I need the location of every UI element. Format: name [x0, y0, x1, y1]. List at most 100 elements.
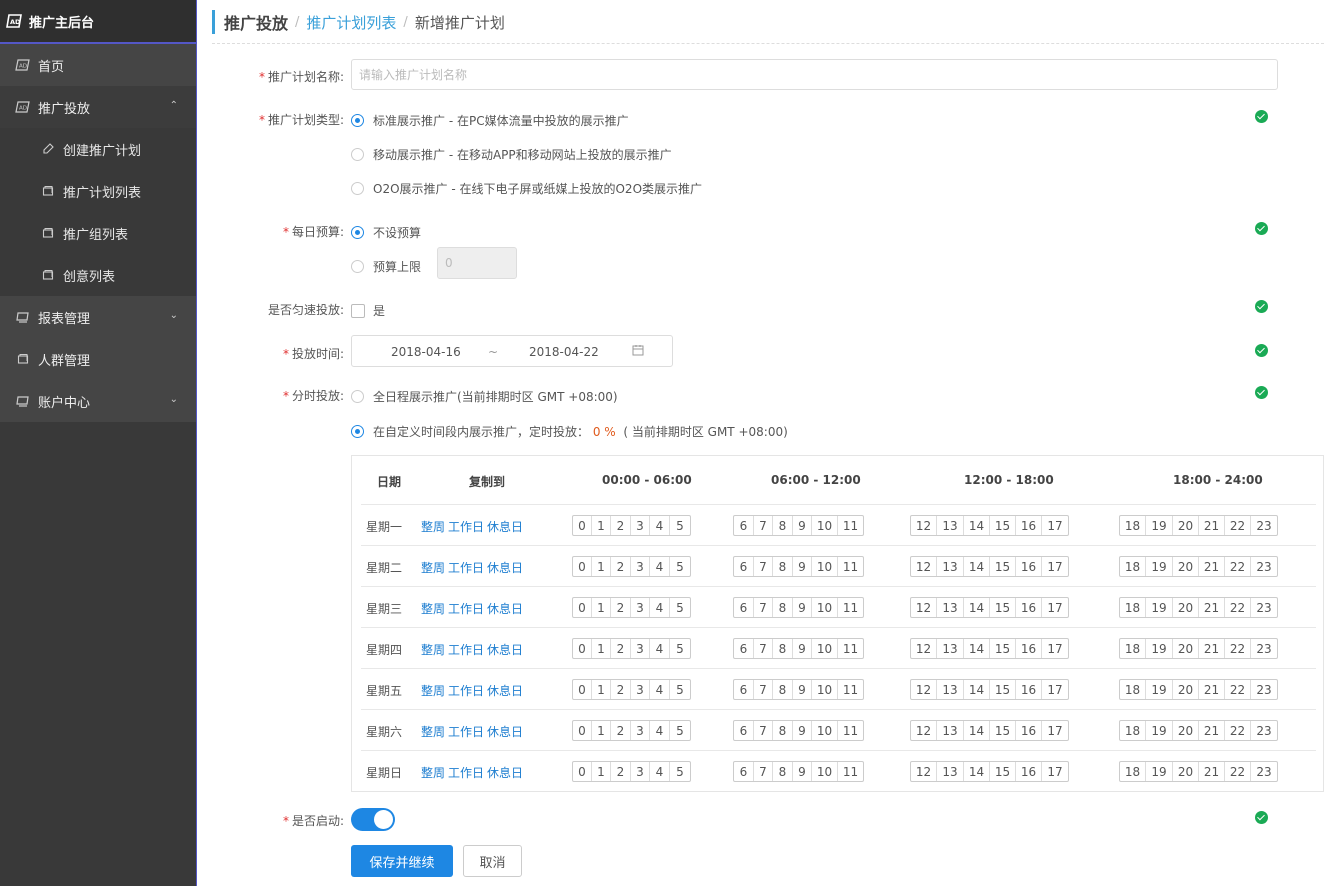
hour-cell[interactable]: 22: [1225, 598, 1251, 617]
copy-workday-link[interactable]: 工作日: [448, 764, 484, 781]
hour-cell[interactable]: 22: [1225, 680, 1251, 699]
plan-name-input[interactable]: 请输入推广计划名称: [351, 59, 1278, 90]
hour-cell[interactable]: 11: [838, 721, 863, 740]
copy-weekend-link[interactable]: 休息日: [487, 559, 523, 576]
hour-cell[interactable]: 13: [937, 680, 964, 699]
hour-cell[interactable]: 2: [611, 680, 631, 699]
uniform-delivery-checkbox[interactable]: 是: [351, 302, 385, 319]
hour-cell[interactable]: 8: [773, 516, 793, 535]
sidebar-item-create-plan[interactable]: 创建推广计划: [0, 128, 196, 170]
hour-cell[interactable]: 19: [1146, 762, 1173, 781]
hour-cell[interactable]: 18: [1120, 639, 1146, 658]
hour-cell[interactable]: 20: [1173, 721, 1199, 740]
hour-cell[interactable]: 1: [592, 557, 611, 576]
hour-cell[interactable]: 18: [1120, 598, 1146, 617]
hour-cell[interactable]: 21: [1199, 598, 1225, 617]
budget-radio-unlimited[interactable]: 不设预算: [351, 224, 421, 241]
copy-weekend-link[interactable]: 休息日: [487, 518, 523, 535]
hour-cell[interactable]: 12: [911, 762, 937, 781]
copy-workday-link[interactable]: 工作日: [448, 641, 484, 658]
hour-cell[interactable]: 2: [611, 516, 631, 535]
copy-week-link[interactable]: 整周: [421, 518, 445, 535]
hour-cell[interactable]: 23: [1251, 639, 1277, 658]
hour-cell[interactable]: 19: [1146, 680, 1173, 699]
hour-cell[interactable]: 20: [1173, 516, 1199, 535]
copy-week-link[interactable]: 整周: [421, 559, 445, 576]
hour-cell[interactable]: 4: [650, 680, 670, 699]
hour-cell[interactable]: 3: [631, 762, 650, 781]
hour-cell[interactable]: 11: [838, 680, 863, 699]
hour-cell[interactable]: 21: [1199, 680, 1225, 699]
hour-cell[interactable]: 13: [937, 516, 964, 535]
hour-cell[interactable]: 14: [964, 762, 990, 781]
hour-cell[interactable]: 23: [1251, 598, 1277, 617]
plan-type-radio-o2o[interactable]: O2O展示推广 - 在线下电子屏或纸媒上投放的O2O类展示推广: [351, 180, 702, 197]
hour-cell[interactable]: 1: [592, 598, 611, 617]
hour-cell[interactable]: 0: [573, 762, 592, 781]
hour-cell[interactable]: 11: [838, 557, 863, 576]
hour-cell[interactable]: 13: [937, 639, 964, 658]
hour-cell[interactable]: 8: [773, 598, 793, 617]
hour-cell[interactable]: 7: [754, 639, 773, 658]
plan-type-radio-mobile[interactable]: 移动展示推广 - 在移动APP和移动网站上投放的展示推广: [351, 146, 672, 163]
copy-week-link[interactable]: 整周: [421, 764, 445, 781]
hour-cell[interactable]: 11: [838, 598, 863, 617]
hour-cell[interactable]: 11: [838, 639, 863, 658]
hour-cell[interactable]: 0: [573, 598, 592, 617]
hour-cell[interactable]: 3: [631, 721, 650, 740]
hour-cell[interactable]: 3: [631, 516, 650, 535]
hour-cell[interactable]: 4: [650, 598, 670, 617]
copy-week-link[interactable]: 整周: [421, 723, 445, 740]
hour-cell[interactable]: 21: [1199, 721, 1225, 740]
hour-cell[interactable]: 10: [812, 516, 838, 535]
copy-weekend-link[interactable]: 休息日: [487, 723, 523, 740]
schedule-radio-all-day[interactable]: 全日程展示推广(当前排期时区 GMT +08:00): [351, 388, 618, 405]
hour-cell[interactable]: 10: [812, 639, 838, 658]
hour-cell[interactable]: 14: [964, 516, 990, 535]
hour-cell[interactable]: 6: [734, 762, 754, 781]
hour-cell[interactable]: 23: [1251, 557, 1277, 576]
hour-cell[interactable]: 6: [734, 680, 754, 699]
hour-cell[interactable]: 6: [734, 598, 754, 617]
hour-cell[interactable]: 23: [1251, 762, 1277, 781]
copy-workday-link[interactable]: 工作日: [448, 518, 484, 535]
hour-cell[interactable]: 22: [1225, 762, 1251, 781]
hour-cell[interactable]: 8: [773, 639, 793, 658]
hour-cell[interactable]: 3: [631, 680, 650, 699]
hour-cell[interactable]: 21: [1199, 516, 1225, 535]
hour-cell[interactable]: 10: [812, 721, 838, 740]
hour-cell[interactable]: 12: [911, 721, 937, 740]
hour-cell[interactable]: 19: [1146, 639, 1173, 658]
hour-cell[interactable]: 4: [650, 639, 670, 658]
hour-cell[interactable]: 1: [592, 721, 611, 740]
hour-cell[interactable]: 22: [1225, 516, 1251, 535]
hour-cell[interactable]: 4: [650, 516, 670, 535]
schedule-radio-custom[interactable]: 在自定义时间段内展示推广，定时投放： 0 % ( 当前排期时区 GMT +08:…: [351, 423, 788, 440]
hour-cell[interactable]: 17: [1042, 680, 1068, 699]
hour-cell[interactable]: 2: [611, 639, 631, 658]
hour-cell[interactable]: 9: [793, 680, 812, 699]
copy-workday-link[interactable]: 工作日: [448, 559, 484, 576]
hour-cell[interactable]: 5: [670, 680, 690, 699]
hour-cell[interactable]: 3: [631, 557, 650, 576]
hour-cell[interactable]: 4: [650, 557, 670, 576]
hour-cell[interactable]: 8: [773, 557, 793, 576]
hour-cell[interactable]: 0: [573, 639, 592, 658]
copy-weekend-link[interactable]: 休息日: [487, 600, 523, 617]
hour-cell[interactable]: 20: [1173, 680, 1199, 699]
hour-cell[interactable]: 1: [592, 639, 611, 658]
sidebar-item-home[interactable]: AD 首页: [0, 44, 196, 86]
hour-cell[interactable]: 6: [734, 557, 754, 576]
hour-cell[interactable]: 19: [1146, 598, 1173, 617]
hour-cell[interactable]: 9: [793, 598, 812, 617]
hour-cell[interactable]: 0: [573, 557, 592, 576]
copy-workday-link[interactable]: 工作日: [448, 682, 484, 699]
hour-cell[interactable]: 15: [990, 762, 1016, 781]
hour-cell[interactable]: 5: [670, 516, 690, 535]
hour-cell[interactable]: 19: [1146, 557, 1173, 576]
hour-cell[interactable]: 0: [573, 516, 592, 535]
hour-cell[interactable]: 16: [1016, 516, 1042, 535]
hour-cell[interactable]: 14: [964, 680, 990, 699]
hour-cell[interactable]: 7: [754, 680, 773, 699]
plan-type-radio-standard[interactable]: 标准展示推广 - 在PC媒体流量中投放的展示推广: [351, 112, 629, 129]
